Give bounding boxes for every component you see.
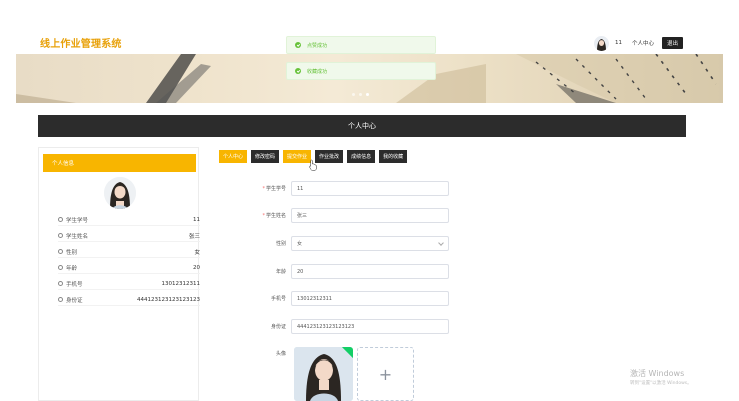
form-row-student-name: *学生姓名 张三 [240, 208, 453, 223]
info-row-student-no: 学生学号 11 [58, 214, 200, 226]
tab-change-password[interactable]: 修改密码 [251, 150, 280, 163]
form-row-age: 年龄 20 [240, 264, 453, 279]
user-area: 11 个人中心 退出 [594, 33, 684, 53]
avatar-label: 头像 [275, 351, 286, 357]
profile-card: 个人信息 学生学号 11 学生姓名 张三 性别 女 年龄 20 手机号 1301… [38, 147, 200, 401]
toast-text: 收藏成功 [307, 68, 328, 75]
user-icon [58, 249, 63, 254]
phone-input[interactable]: 13012312311 [291, 291, 449, 306]
user-icon [58, 265, 63, 270]
id-card-input[interactable]: 444123123123123123 [291, 319, 449, 334]
hand-cursor-icon [309, 159, 317, 171]
form-row-gender: 性别 女 [240, 236, 453, 251]
info-row-gender: 性别 女 [58, 246, 200, 258]
carousel-indicators [352, 93, 369, 96]
toast-like-success: 点赞成功 [286, 36, 436, 54]
info-row-age: 年龄 20 [58, 262, 200, 274]
tab-my-favorites[interactable]: 我的收藏 [379, 150, 408, 163]
tab-user-center[interactable]: 个人中心 [219, 150, 248, 163]
avatar-uploaded-image[interactable] [294, 347, 353, 401]
form-row-phone: 手机号 13012312311 [240, 291, 453, 306]
tab-homework-grading[interactable]: 作业批改 [315, 150, 344, 163]
user-icon [58, 281, 63, 286]
form-row-id-card: 身份证 444123123123123123 [240, 319, 453, 334]
chevron-down-icon [438, 240, 444, 246]
user-avatar[interactable] [594, 35, 609, 51]
user-icon [58, 233, 63, 238]
age-input[interactable]: 20 [291, 264, 449, 279]
carousel-dot[interactable] [359, 93, 362, 96]
user-icon [58, 297, 63, 302]
user-center-link[interactable]: 个人中心 [632, 39, 654, 47]
student-no-input[interactable]: 11 [291, 181, 449, 196]
carousel-dot-active[interactable] [366, 93, 369, 96]
user-icon [58, 217, 63, 222]
tab-grade-info[interactable]: 成绩信息 [347, 150, 376, 163]
gender-select[interactable]: 女 [291, 236, 449, 251]
profile-avatar [104, 177, 136, 209]
profile-card-header: 个人信息 [43, 154, 196, 172]
form-row-student-no: *学生学号 11 [240, 181, 453, 196]
success-check-icon [295, 68, 301, 74]
user-name: 11 [615, 40, 622, 46]
plus-icon: + [378, 364, 393, 384]
section-header: 个人中心 [38, 115, 686, 137]
carousel-dot[interactable] [352, 93, 355, 96]
section-title: 个人中心 [348, 122, 376, 130]
info-row-student-name: 学生姓名 张三 [58, 230, 200, 242]
info-row-id-card: 身份证 444123123123123123 [58, 294, 200, 306]
toast-favorite-success: 收藏成功 [286, 62, 436, 80]
toast-text: 点赞成功 [307, 42, 328, 49]
windows-activation-watermark: 激活 Windows 转到"设置"以激活 Windows。 [630, 369, 692, 386]
student-name-input[interactable]: 张三 [291, 208, 449, 223]
success-check-icon [295, 42, 301, 48]
tab-submit-homework[interactable]: 提交作业 [283, 150, 312, 163]
avatar-upload-add-button[interactable]: + [357, 347, 414, 401]
site-title[interactable]: 线上作业管理系统 [40, 35, 122, 50]
info-row-phone: 手机号 13012312311 [58, 278, 200, 290]
logout-button[interactable]: 退出 [662, 37, 684, 49]
